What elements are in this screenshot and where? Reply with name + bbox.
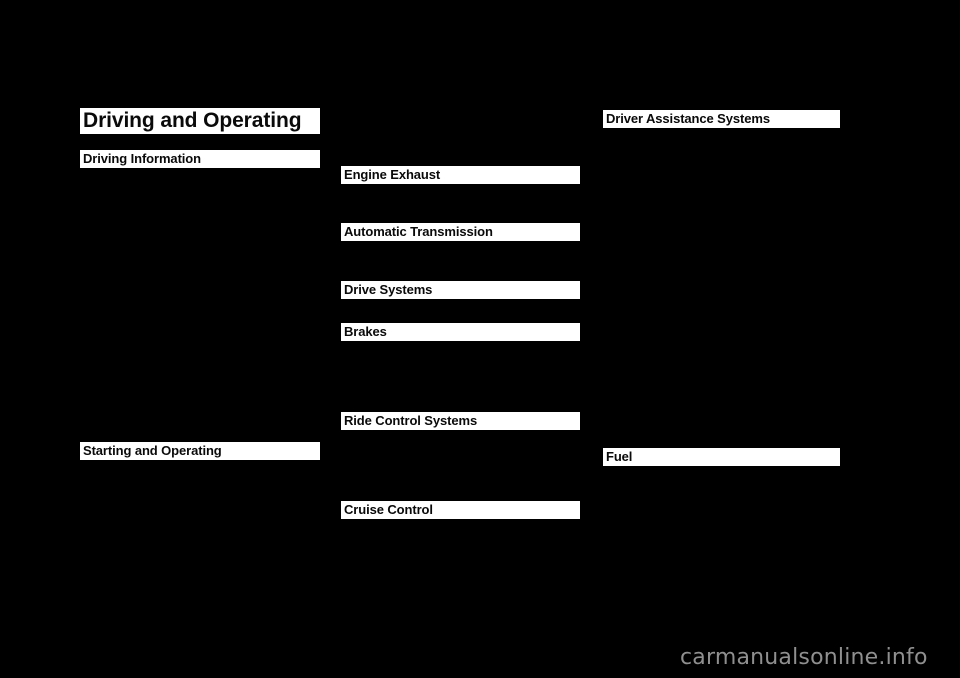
section-header-label: Automatic Transmission [344, 224, 493, 239]
section-header-label: Drive Systems [344, 282, 433, 297]
section-header-label: Fuel [606, 449, 633, 464]
middle-column: Engine Exhaust Automatic Transmission Dr… [341, 0, 580, 678]
section-header-label: Engine Exhaust [344, 167, 441, 182]
section-header-label: Driving Information [83, 151, 201, 166]
section-header-label: Ride Control Systems [344, 413, 478, 428]
section-header-drive-systems[interactable]: Drive Systems [341, 281, 580, 299]
chapter-title-label: Driving and Operating [83, 109, 302, 132]
section-header-ride-control-systems[interactable]: Ride Control Systems [341, 412, 580, 430]
section-header-fuel[interactable]: Fuel [603, 448, 840, 466]
section-header-driver-assistance-systems[interactable]: Driver Assistance Systems [603, 110, 840, 128]
manual-page: Driving and Operating Driving Informatio… [0, 0, 960, 678]
section-header-label: Cruise Control [344, 502, 433, 517]
section-header-brakes[interactable]: Brakes [341, 323, 580, 341]
section-header-label: Driver Assistance Systems [606, 111, 770, 126]
section-header-engine-exhaust[interactable]: Engine Exhaust [341, 166, 580, 184]
chapter-title-bar: Driving and Operating [80, 108, 320, 134]
right-column: Driver Assistance Systems Fuel [603, 0, 840, 678]
section-header-automatic-transmission[interactable]: Automatic Transmission [341, 223, 580, 241]
section-header-driving-information[interactable]: Driving Information [80, 150, 320, 168]
section-header-label: Starting and Operating [83, 443, 222, 458]
section-header-label: Brakes [344, 324, 387, 339]
section-header-cruise-control[interactable]: Cruise Control [341, 501, 580, 519]
site-watermark: carmanualsonline.info [680, 645, 928, 670]
left-column: Driving and Operating Driving Informatio… [80, 0, 320, 678]
section-header-starting-and-operating[interactable]: Starting and Operating [80, 442, 320, 460]
